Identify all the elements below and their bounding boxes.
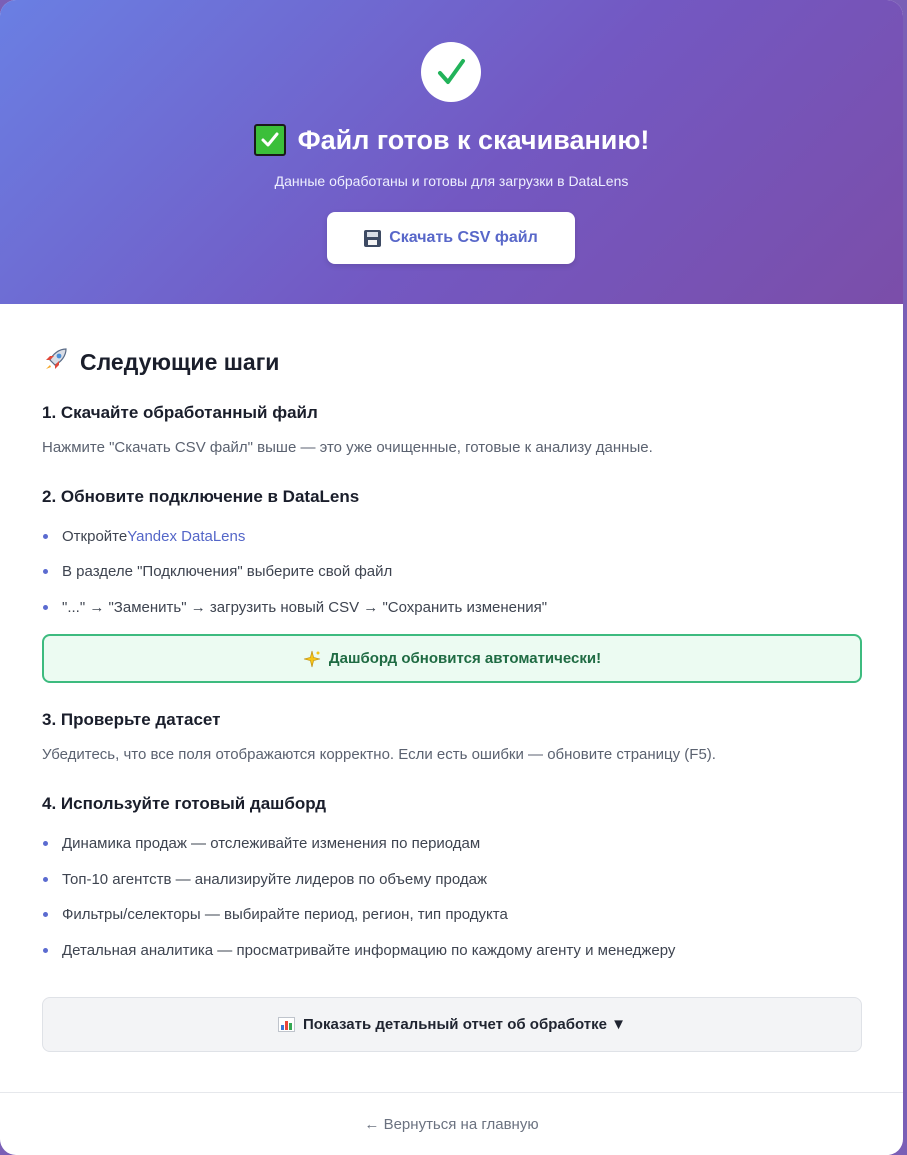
list-item-text: Динамика продаж — отслеживайте изменения…	[62, 835, 481, 852]
list-item-text: "..." → "Заменить" → загрузить новый CSV…	[62, 599, 548, 616]
step-3-text: Убедитесь, что все поля отображаются кор…	[42, 746, 716, 763]
rocket-icon	[42, 345, 70, 379]
list-item-text: Детальная аналитика — просматривайте инф…	[62, 942, 676, 959]
bullet-dot	[43, 877, 48, 882]
bullet-dot	[43, 948, 48, 953]
list-item: Откройте Yandex DataLens	[42, 528, 245, 545]
download-csv-button[interactable]: Скачать CSV файл	[327, 212, 575, 264]
step-1-title: 1. Скачайте обработанный файл	[42, 403, 318, 422]
list-item: Фильтры/селекторы — выбирайте период, ре…	[42, 906, 508, 923]
floppy-disk-icon	[364, 229, 382, 247]
next-steps-heading-text: Следующие шаги	[80, 348, 280, 375]
list-item: Топ-10 агентств — анализируйте лидеров п…	[42, 871, 487, 888]
auto-update-notice-text: Дашборд обновится автоматически!	[328, 650, 602, 667]
page-title-text: Файл готов к скачиванию!	[297, 124, 650, 155]
bar-chart-icon	[278, 1017, 296, 1032]
step-4-title: 4. Используйте готовый дашборд	[42, 794, 326, 813]
list-item-text: Откройте	[62, 528, 128, 545]
step-1-text: Нажмите "Скачать CSV файл" выше — это уж…	[42, 439, 653, 456]
check-circle-icon	[421, 42, 481, 102]
list-item-text: Фильтры/селекторы — выбирайте период, ре…	[62, 906, 508, 923]
success-header: Файл готов к скачиванию! Данные обработа…	[0, 0, 903, 304]
bullet-dot	[43, 841, 48, 846]
step-3-title: 3. Проверьте датасет	[42, 710, 221, 729]
list-item: В разделе "Подключения" выберите свой фа…	[42, 563, 392, 580]
list-item: Детальная аналитика — просматривайте инф…	[42, 942, 675, 959]
back-home-link[interactable]: ← Вернуться на главную	[364, 1116, 538, 1133]
show-report-button[interactable]: Показать детальный отчет об обработке ▼	[42, 997, 862, 1052]
list-item: Динамика продаж — отслеживайте изменения…	[42, 835, 480, 852]
bullet-dot	[43, 569, 48, 574]
bullet-dot	[43, 534, 48, 539]
page-subtitle: Данные обработаны и готовы для загрузки …	[274, 173, 629, 189]
bullet-dot	[43, 912, 48, 917]
download-csv-label: Скачать CSV файл	[389, 229, 538, 246]
footer: ← Вернуться на главную	[0, 1092, 903, 1155]
list-item-text: В разделе "Подключения" выберите свой фа…	[62, 563, 393, 580]
list-item-text: Топ-10 агентств — анализируйте лидеров п…	[62, 871, 487, 888]
next-steps-section: Следующие шаги 1. Скачайте обработанный …	[42, 345, 862, 1052]
auto-update-notice: Дашборд обновится автоматически!	[42, 634, 862, 683]
list-item: "..." → "Заменить" → загрузить новый CSV…	[42, 599, 547, 616]
datalens-link[interactable]: Yandex DataLens	[127, 528, 245, 545]
show-report-label: Показать детальный отчет об обработке ▼	[303, 1016, 626, 1033]
next-steps-heading: Следующие шаги	[42, 345, 862, 379]
check-box-icon	[253, 124, 286, 156]
sparkles-icon	[303, 650, 321, 668]
page-title: Файл готов к скачиванию!	[0, 124, 903, 156]
bullet-dot	[43, 605, 48, 610]
result-card: Файл готов к скачиванию! Данные обработа…	[0, 0, 903, 1155]
step-2-title: 2. Обновите подключение в DataLens	[42, 487, 360, 506]
